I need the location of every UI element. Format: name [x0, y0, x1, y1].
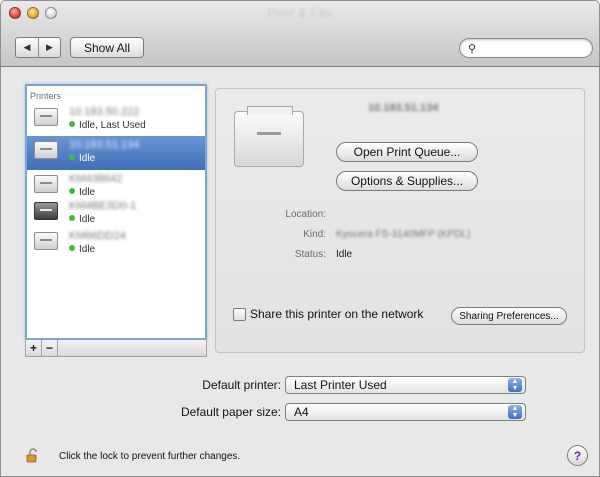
back-arrow-icon: ◀ [23, 42, 31, 52]
printer-name: KM4BE3D0-1 [69, 200, 137, 212]
status-dot-icon [69, 245, 75, 251]
inkjet-printer-icon [34, 202, 58, 220]
printer-status-text: Idle, Last Used [79, 120, 146, 131]
printer-name: KM438642 [69, 173, 123, 185]
help-button[interactable]: ? [567, 445, 588, 466]
default-paper-size-popup[interactable]: A4 ▲ ▼ [285, 403, 526, 421]
open-print-queue-button[interactable]: Open Print Queue... [336, 142, 478, 162]
printer-row-4[interactable]: KM4BE3D0-1 Idle [27, 197, 205, 231]
printer-status: Idle [69, 244, 95, 255]
default-paper-size-label: Default paper size: [180, 405, 281, 419]
sharing-preferences-button[interactable]: Sharing Preferences... [451, 307, 567, 325]
printer-status-text: Idle [79, 214, 96, 225]
show-all-button[interactable]: Show All [70, 37, 144, 58]
lock-message: Click the lock to prevent further change… [59, 451, 241, 462]
add-printer-button[interactable]: + [26, 340, 42, 356]
printer-row-5[interactable]: KM66DD24 Idle [27, 227, 205, 261]
search-input[interactable] [480, 41, 584, 55]
options-supplies-button[interactable]: Options & Supplies... [336, 171, 478, 191]
status-label: Status: [294, 249, 326, 260]
kind-label: Kind: [303, 229, 326, 240]
kind-value: Kyocera FS-3140MFP (KPDL) [336, 229, 471, 240]
default-paper-size-value: A4 [294, 405, 309, 419]
printer-status: Idle [69, 153, 95, 164]
status-dot-icon [69, 188, 75, 194]
status-dot-icon [69, 121, 75, 127]
share-printer-label: Share this printer on the network [250, 307, 424, 321]
printer-status: Idle, Last Used [69, 120, 146, 131]
search-field[interactable]: ⚲ [459, 38, 593, 58]
forward-arrow-icon: ▶ [46, 42, 53, 52]
share-printer-option[interactable]: Share this printer on the network [233, 307, 423, 321]
laser-printer-icon [34, 141, 58, 159]
printer-row-1[interactable]: 10.183.50.222 Idle, Last Used [27, 103, 205, 137]
printer-row-2[interactable]: 10.183.51.134 Idle [27, 136, 205, 170]
printer-name: 10.183.51.134 [69, 139, 140, 151]
laser-printer-icon [34, 175, 58, 193]
printer-status: Idle [69, 214, 95, 225]
status-value: Idle [336, 249, 353, 260]
search-icon: ⚲ [468, 43, 477, 55]
status-dot-icon [69, 215, 75, 221]
popup-arrows-icon: ▲ ▼ [508, 378, 522, 392]
remove-printer-button[interactable]: − [42, 340, 58, 356]
back-button[interactable]: ◀ [16, 38, 38, 57]
printer-large-icon [234, 106, 304, 167]
printer-name: KM66DD24 [69, 230, 126, 242]
toolbar: Print & Fax ◀ ▶ Show All ⚲ [1, 1, 599, 67]
printer-list-footer: + − [25, 340, 207, 357]
default-printer-label: Default printer: [202, 378, 281, 392]
printer-name: 10.183.50.222 [69, 106, 140, 118]
printer-list[interactable]: Printers 10.183.50.222 Idle, Last Used 1… [25, 84, 207, 340]
default-printer-value: Last Printer Used [294, 378, 387, 392]
selected-printer-name: 10.183.51.134 [368, 102, 439, 114]
printer-status-text: Idle [79, 244, 96, 255]
back-forward-control: ◀ ▶ [15, 37, 61, 58]
laser-printer-icon [34, 108, 58, 126]
printers-heading: Printers [30, 91, 62, 101]
default-printer-popup[interactable]: Last Printer Used ▲ ▼ [285, 376, 526, 394]
print-fax-window: Print & Fax ◀ ▶ Show All ⚲ Printers 10.1… [0, 0, 600, 477]
location-label: Location: [285, 209, 326, 220]
forward-button[interactable]: ▶ [38, 38, 60, 57]
share-printer-checkbox[interactable] [233, 307, 246, 321]
window-title: Print & Fax [267, 6, 333, 20]
status-dot-icon [69, 154, 75, 160]
popup-arrows-icon: ▲ ▼ [508, 405, 522, 419]
laser-printer-icon [34, 232, 58, 250]
printer-status-text: Idle [79, 153, 96, 164]
lock-icon[interactable] [25, 447, 41, 463]
printer-details-panel: 10.183.51.134 Open Print Queue... Option… [215, 88, 585, 353]
